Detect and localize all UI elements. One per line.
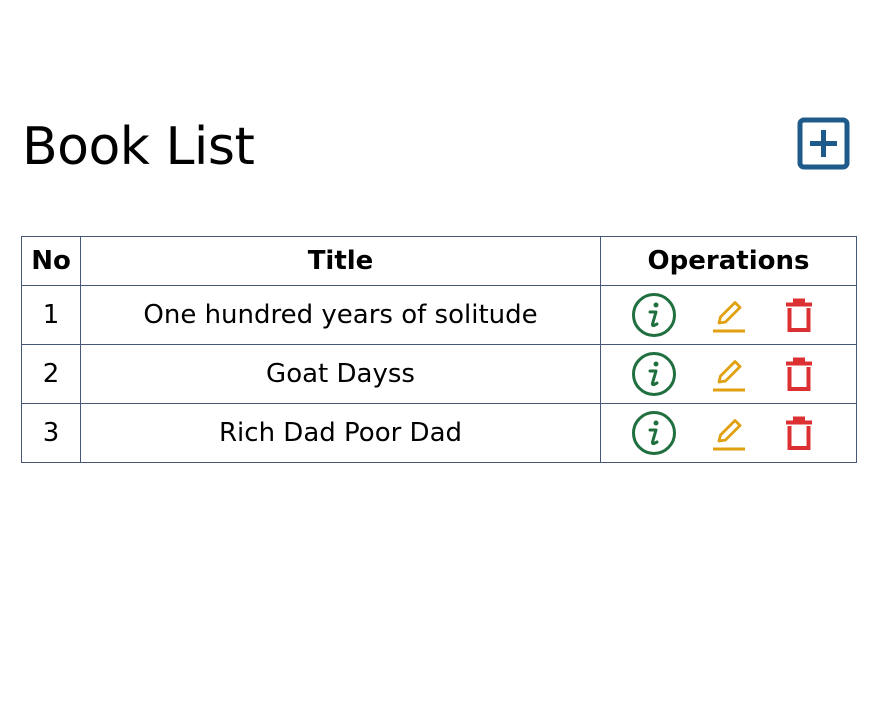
- plus-square-icon: [797, 117, 850, 170]
- column-header-no: No: [21, 236, 81, 286]
- delete-button[interactable]: [783, 297, 815, 333]
- trash-icon: [786, 357, 812, 391]
- book-title: Rich Dad Poor Dad: [80, 403, 601, 463]
- pencil-icon: [713, 360, 745, 392]
- row-number: 2: [21, 344, 81, 404]
- add-book-button[interactable]: [797, 117, 850, 170]
- row-number: 3: [21, 403, 81, 463]
- book-title: Goat Dayss: [80, 344, 601, 404]
- info-button[interactable]: [631, 292, 677, 338]
- table-header-row: No Title Operations: [21, 236, 857, 286]
- book-table: No Title Operations 1 One hundred years …: [21, 236, 857, 463]
- delete-button[interactable]: [783, 415, 815, 451]
- info-button[interactable]: [631, 410, 677, 456]
- operations-cell: [600, 285, 857, 345]
- info-circle-icon: [632, 352, 676, 396]
- pencil-icon: [713, 419, 745, 451]
- trash-icon: [786, 416, 812, 450]
- delete-button[interactable]: [783, 356, 815, 392]
- table-row: 2 Goat Dayss: [21, 344, 857, 404]
- table-row: 1 One hundred years of solitude: [21, 285, 857, 345]
- edit-button[interactable]: [709, 295, 749, 335]
- info-button[interactable]: [631, 351, 677, 397]
- column-header-operations: Operations: [600, 236, 857, 286]
- info-circle-icon: [632, 293, 676, 337]
- page-title: Book List: [22, 117, 255, 177]
- pencil-icon: [713, 301, 745, 333]
- table-row: 3 Rich Dad Poor Dad: [21, 403, 857, 463]
- info-circle-icon: [632, 411, 676, 455]
- edit-button[interactable]: [709, 413, 749, 453]
- book-title: One hundred years of solitude: [80, 285, 601, 345]
- trash-icon: [786, 298, 812, 332]
- row-number: 1: [21, 285, 81, 345]
- page: Book List No Title Operations 1 One hund…: [0, 0, 877, 718]
- edit-button[interactable]: [709, 354, 749, 394]
- column-header-title: Title: [80, 236, 601, 286]
- operations-cell: [600, 403, 857, 463]
- operations-cell: [600, 344, 857, 404]
